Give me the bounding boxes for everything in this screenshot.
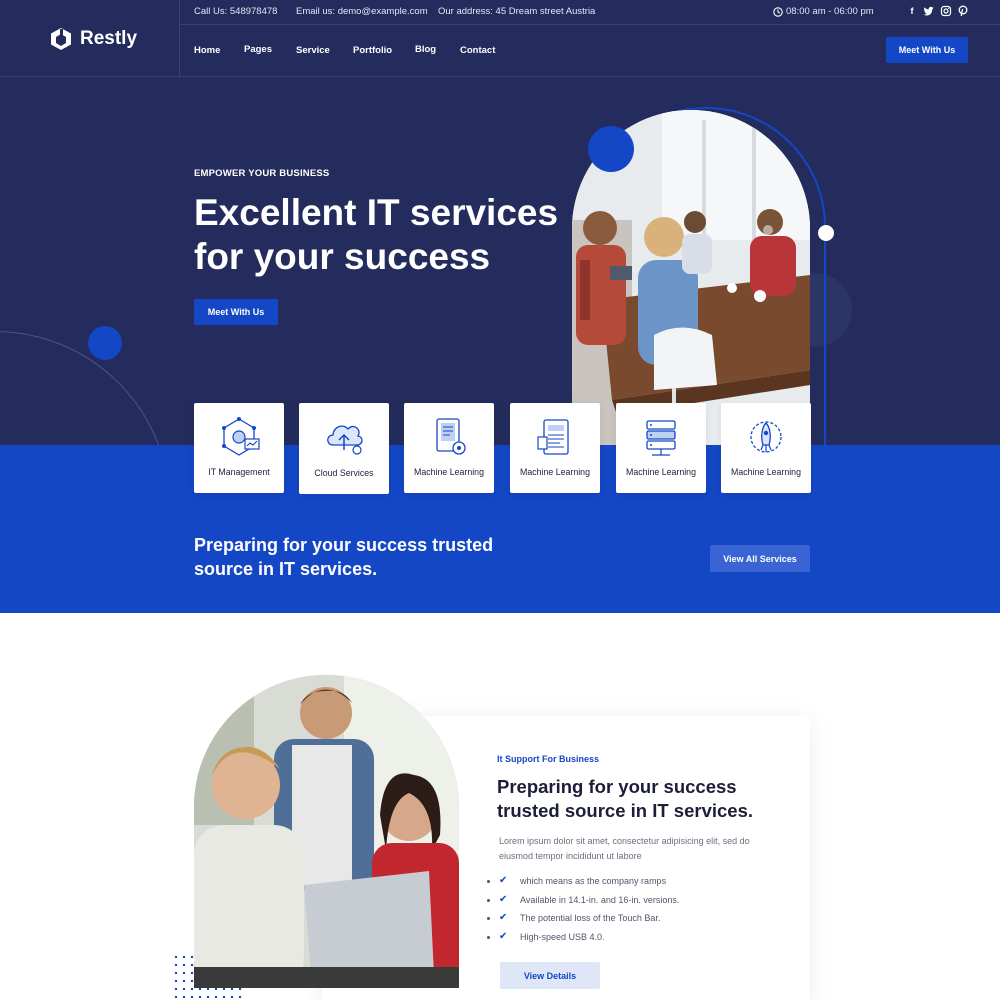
email-info[interactable]: Email us: demo@example.com xyxy=(296,6,428,17)
checklist-item: ✔The potential loss of the Touch Bar. xyxy=(499,912,759,931)
cloud-upload-icon xyxy=(327,425,363,455)
nav-item-pages[interactable]: Pages xyxy=(244,44,272,55)
check-icon: ✔ xyxy=(499,912,508,923)
service-card-it-management[interactable]: IT Management xyxy=(194,403,284,493)
band-title: Preparing for your success trusted sourc… xyxy=(194,535,494,579)
view-all-services-button[interactable]: View All Services xyxy=(710,545,810,572)
report-document-icon xyxy=(537,419,569,455)
logo[interactable]: Restly xyxy=(0,0,180,77)
decorative-arc xyxy=(0,331,170,445)
about-description: Lorem ipsum dolor sit amet, consectetur … xyxy=(499,836,750,861)
brand-name: Restly xyxy=(80,27,138,49)
nav-item-blog[interactable]: Blog xyxy=(415,44,436,55)
meet-with-us-hero-button[interactable]: Meet With Us xyxy=(194,299,278,325)
checklist-item: ✔which means as the company ramps xyxy=(499,875,759,894)
service-card-label: Machine Learning xyxy=(520,467,590,477)
nav-item-portfolio[interactable]: Portfolio xyxy=(353,45,392,56)
decorative-dot-large xyxy=(588,126,634,172)
checklist-item: ✔High-speed USB 4.0. xyxy=(499,931,759,950)
about-section: It Support For Business Preparing for yo… xyxy=(0,613,1000,1000)
checklist-item: ✔Available in 14.1-in. and 16-in. versio… xyxy=(499,894,759,913)
top-info-bar: Call Us: 548978478 Email us: demo@exampl… xyxy=(180,0,1000,25)
hero-eyebrow: EMPOWER YOUR BUSINESS xyxy=(194,168,330,179)
hero-title: Excellent IT services for your success xyxy=(194,192,559,277)
service-card-label: Machine Learning xyxy=(626,467,696,477)
phone-info[interactable]: Call Us: 548978478 xyxy=(194,6,277,17)
services-band: Preparing for your success trusted sourc… xyxy=(0,445,1000,613)
nav-item-home[interactable]: Home xyxy=(194,45,220,56)
rocket-gear-icon xyxy=(750,421,782,453)
address-info: Our address: 45 Dream street Austria xyxy=(438,6,596,17)
decorative-dot-small xyxy=(818,225,834,241)
service-card-label: IT Management xyxy=(208,467,270,477)
service-card-machine-learning-2[interactable]: Machine Learning xyxy=(510,403,600,493)
clock-icon xyxy=(773,7,783,17)
nav-item-contact[interactable]: Contact xyxy=(460,45,495,56)
feature-checklist: ✔which means as the company ramps ✔Avail… xyxy=(499,875,759,949)
opening-hours: 08:00 am - 06:00 pm xyxy=(786,6,874,17)
service-card-cloud-services[interactable]: Cloud Services xyxy=(299,403,389,494)
tablet-gear-icon xyxy=(436,418,466,455)
hexagon-logo-icon xyxy=(51,27,71,50)
check-icon: ✔ xyxy=(499,930,508,942)
view-details-button[interactable]: View Details xyxy=(500,962,600,989)
team-laptop-photo xyxy=(194,675,459,988)
main-navigation: Home Pages Service Portfolio Blog Contac… xyxy=(180,25,1000,77)
pinterest-icon[interactable] xyxy=(957,5,969,17)
service-card-machine-learning-3[interactable]: Machine Learning xyxy=(616,403,706,493)
service-card-label: Cloud Services xyxy=(314,468,374,478)
check-icon: ✔ xyxy=(499,893,508,905)
check-icon: ✔ xyxy=(499,875,508,886)
network-analytics-icon xyxy=(222,417,260,456)
service-card-machine-learning-4[interactable]: Machine Learning xyxy=(721,403,811,493)
server-stack-icon xyxy=(646,420,676,456)
meet-with-us-header-button[interactable]: Meet With Us xyxy=(886,37,968,63)
service-card-label: Machine Learning xyxy=(731,467,801,477)
facebook-icon[interactable]: f xyxy=(906,5,918,17)
twitter-icon[interactable] xyxy=(923,5,935,17)
nav-item-service[interactable]: Service xyxy=(296,45,330,56)
hero-section: EMPOWER YOUR BUSINESS Excellent IT servi… xyxy=(0,77,1000,445)
instagram-icon[interactable] xyxy=(940,5,952,17)
about-eyebrow: It Support For Business xyxy=(497,754,600,764)
service-card-label: Machine Learning xyxy=(414,467,484,477)
site-header: Restly Call Us: 548978478 Email us: demo… xyxy=(0,0,1000,77)
service-card-machine-learning-1[interactable]: Machine Learning xyxy=(404,403,494,493)
about-title: Preparing for your success trusted sourc… xyxy=(497,776,754,821)
decorative-dot xyxy=(88,326,122,360)
